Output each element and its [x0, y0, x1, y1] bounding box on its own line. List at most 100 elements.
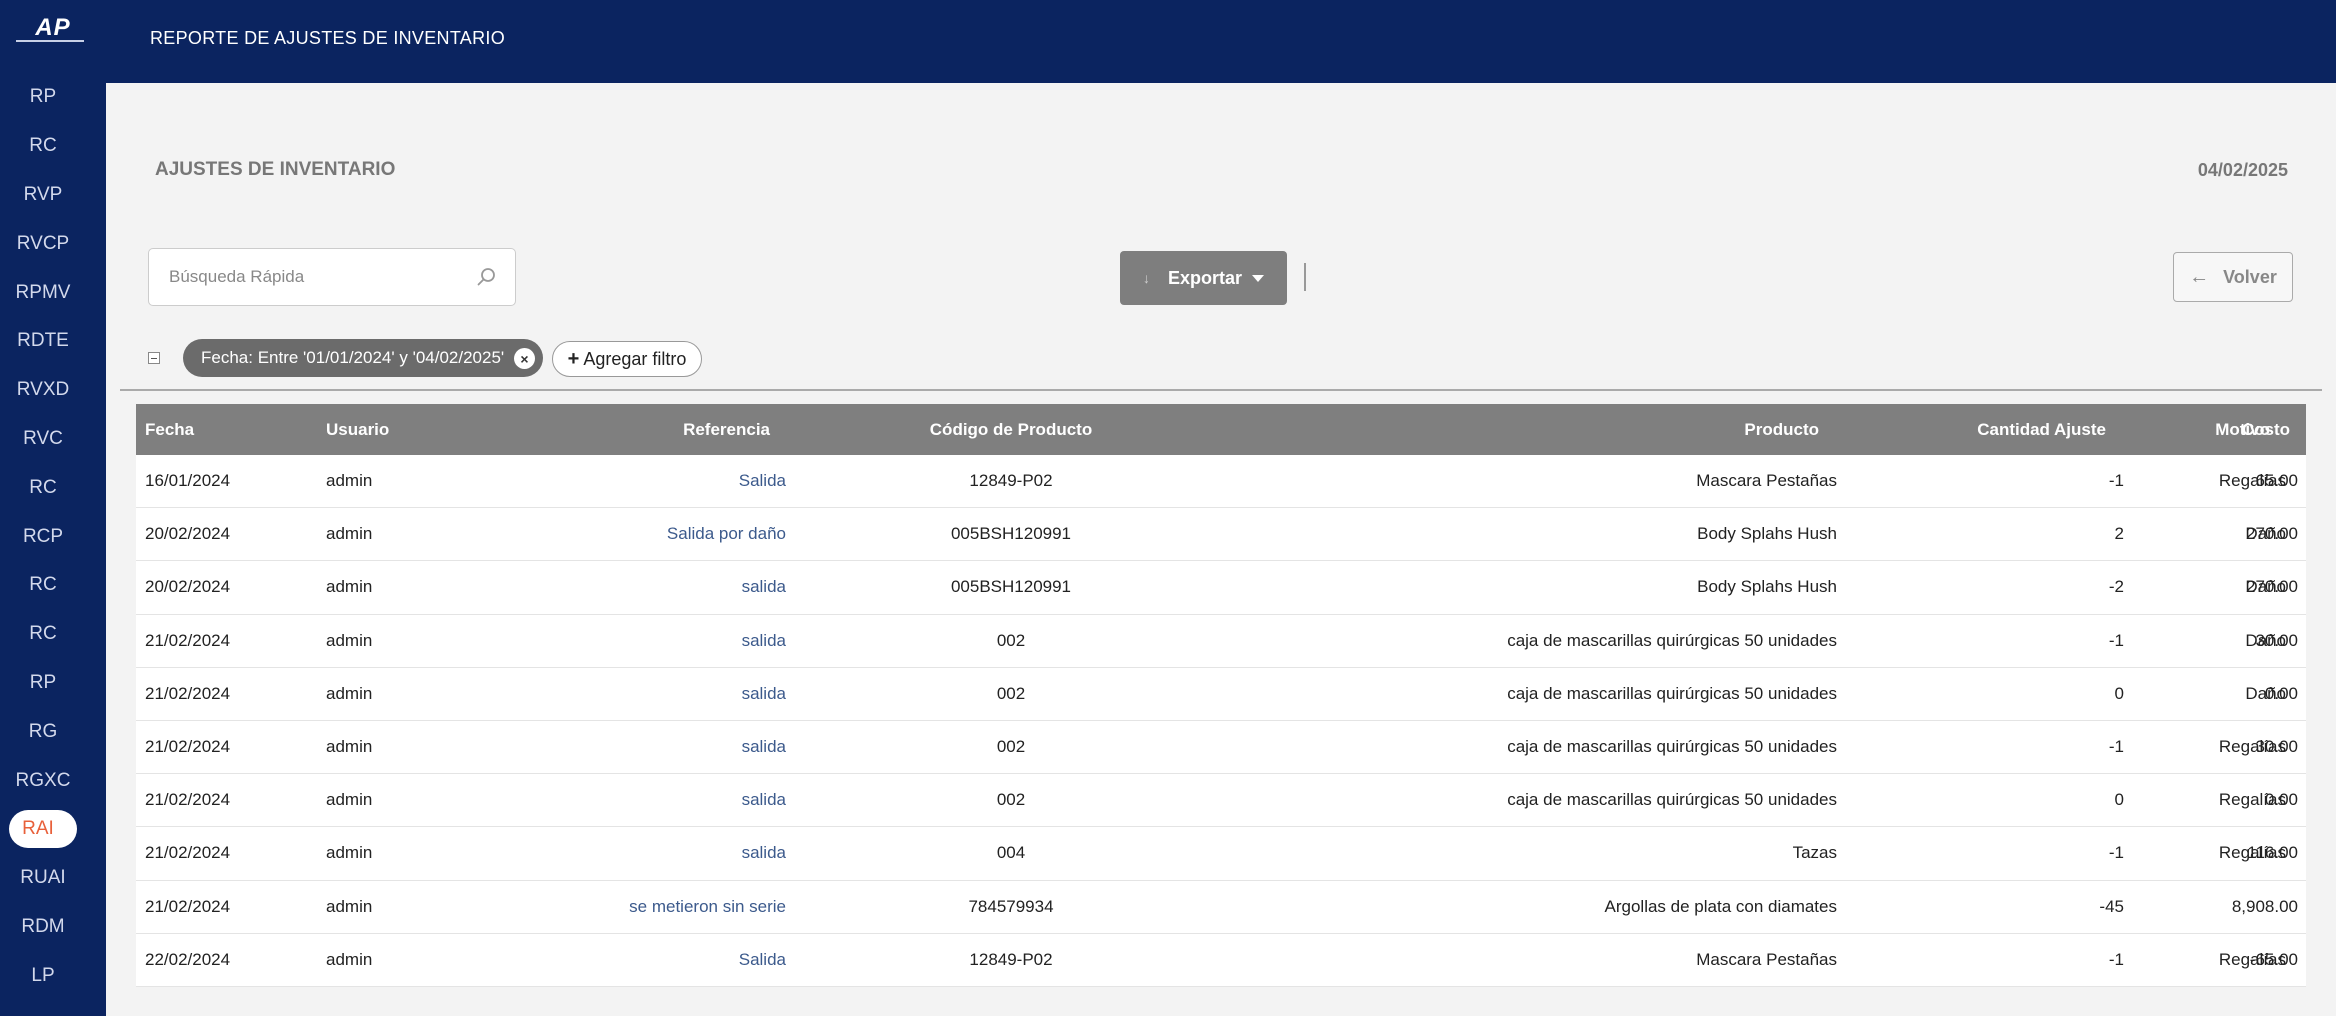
table-row[interactable]: 21/02/2024 admin salida 002 caja de mascaril… [136, 720, 2306, 775]
table-row[interactable]: 21/02/2024 admin salida 002 caja de mascaril… [136, 614, 2306, 668]
table-cell: 0.00 [2264, 683, 2298, 703]
sidebar-item-label: RCP [22, 525, 64, 547]
search-input[interactable] [149, 249, 449, 305]
column-header[interactable]: Fecha [145, 404, 305, 455]
table-cell: 0 [2114, 790, 2124, 810]
table-row[interactable]: 16/01/2024 admin Salida 12849-P02 Mascara Pe… [136, 455, 2306, 509]
plus-icon: + [567, 347, 580, 370]
table-cell: salida [741, 577, 786, 597]
sidebar-item-label: RC [29, 623, 57, 645]
filter-chip-date[interactable]: Fecha: Entre '01/01/2024' y '04/02/2025'… [183, 339, 543, 377]
sidebar-item-rp[interactable]: RP [0, 659, 86, 708]
topbar-title: REPORTE DE AJUSTES DE INVENTARIO [150, 28, 506, 48]
export-button[interactable]: ↓ Exportar [1120, 251, 1287, 305]
table-cell: 21/02/2024 [145, 843, 231, 863]
app-logo[interactable]: AP [0, 0, 106, 46]
table-cell: 21/02/2024 [145, 683, 231, 703]
table-row[interactable]: 21/02/2024 admin salida 002 caja de mascaril… [136, 774, 2306, 828]
sidebar-item-label: RGXC [15, 769, 71, 791]
table-cell: 8,908.00 [2231, 896, 2298, 916]
table-cell: 005BSH120991 [950, 577, 1072, 597]
table-cell: 270.00 [2246, 524, 2298, 544]
table-cell: 270.00 [2246, 577, 2298, 597]
sidebar-item-label: RDM [21, 915, 65, 937]
table-cell: -2 [2108, 577, 2124, 597]
sidebar-item-label: RP [29, 671, 57, 693]
sidebar-item-rp[interactable]: RP [0, 73, 86, 122]
table-cell: 002 [996, 683, 1026, 703]
column-header[interactable]: Usuario [326, 404, 486, 455]
column-header[interactable]: Referencia [556, 404, 786, 455]
sidebar-item-rvp[interactable]: RVP [0, 171, 86, 220]
table-cell: caja de mascarillas quirúrgicas 50 unida… [1507, 683, 1837, 703]
table-row[interactable]: 21/02/2024 admin se metieron sin serie 7845… [136, 880, 2306, 934]
table-cell: 30.00 [2255, 737, 2298, 757]
sidebar-item-lp[interactable]: LP [0, 951, 86, 1000]
sidebar-item-label: RVCP [16, 232, 70, 254]
table-cell: Mascara Pestañas [1696, 471, 1837, 491]
table-cell: admin [326, 949, 373, 969]
table-row[interactable]: 20/02/2024 admin salida 005BSH120991 Body Sp… [136, 561, 2306, 615]
arrow-left-icon: ← [2189, 265, 2210, 288]
sidebar-item-label: RPMV [15, 281, 71, 303]
logo-text: AP [35, 14, 71, 41]
sidebar-item-rvc[interactable]: RVC [0, 415, 86, 464]
sidebar-item-rgxc[interactable]: RGXC [0, 756, 86, 805]
table-cell: 002 [996, 790, 1026, 810]
sidebar-item-rai[interactable]: RAI [0, 805, 86, 854]
table-row[interactable]: 21/02/2024 admin salida 004 Tazas -1 Regalías 1… [136, 827, 2306, 881]
column-header[interactable]: Producto [1196, 404, 1837, 455]
sidebar-item-rg[interactable]: RG [0, 707, 86, 756]
back-button[interactable]: ← Volver [2173, 252, 2293, 302]
table-cell: admin [326, 683, 373, 703]
table-cell: admin [326, 630, 373, 650]
sidebar: AP RP RC RVP RVCP RPMV RDTE RVXD RVC RC RCP RC RC RP… [0, 0, 106, 1016]
table-cell: 21/02/2024 [145, 737, 231, 757]
table-cell: 12849-P02 [969, 471, 1053, 491]
sidebar-item-rdte[interactable]: RDTE [0, 317, 86, 366]
sidebar-item-rcp[interactable]: RCP [0, 512, 86, 561]
sidebar-item-rvxd[interactable]: RVXD [0, 366, 86, 415]
table-cell: Tazas [1792, 843, 1837, 863]
table-row[interactable]: 21/02/2024 admin salida 002 caja de mascaril… [136, 667, 2306, 721]
table-cell: salida [741, 630, 786, 650]
table-cell: 16/01/2024 [145, 471, 231, 491]
column-header[interactable]: Código de Producto [886, 404, 1136, 455]
table-cell: admin [326, 577, 373, 597]
close-icon[interactable]: × [514, 348, 535, 369]
table-cell: salida [741, 737, 786, 757]
table-cell: 20/02/2024 [145, 524, 231, 544]
sidebar-item-rvcp[interactable]: RVCP [0, 219, 86, 268]
sidebar-item-rdm[interactable]: RDM [0, 903, 86, 952]
sidebar-item-rc[interactable]: RC [0, 463, 86, 512]
sidebar-item-ruai[interactable]: RUAI [0, 854, 86, 903]
table-cell: 22/02/2024 [145, 949, 231, 969]
column-header[interactable]: Cantidad Ajuste [1866, 404, 2124, 455]
sidebar-item-rc[interactable]: RC [0, 122, 86, 171]
collapse-filters-toggle[interactable] [148, 352, 160, 364]
filter-chip-label: Fecha: Entre '01/01/2024' y '04/02/2025' [201, 348, 505, 367]
sidebar-item-label: RP [29, 86, 57, 108]
table-row[interactable]: 20/02/2024 admin Salida por daño 005BSH1209… [136, 508, 2306, 562]
table-cell: Salida por daño [666, 524, 786, 544]
table-cell: salida [741, 790, 786, 810]
add-filter-button[interactable]: + Agregar filtro [552, 341, 702, 377]
sidebar-item-rc[interactable]: RC [0, 610, 86, 659]
sidebar-item-rc[interactable]: RC [0, 561, 86, 610]
table-cell: 0.00 [2264, 790, 2298, 810]
sidebar-item-rpmv[interactable]: RPMV [0, 268, 86, 317]
table-cell: -1 [2108, 471, 2124, 491]
table-cell: -45 [2099, 896, 2124, 916]
table-cell: 0 [2114, 683, 2124, 703]
table-cell: 784579934 [968, 896, 1054, 916]
table-cell: 20/02/2024 [145, 577, 231, 597]
table-cell: Mascara Pestañas [1696, 949, 1837, 969]
table-cell: caja de mascarillas quirúrgicas 50 unida… [1507, 790, 1837, 810]
column-header[interactable]: Costo [2136, 404, 2298, 455]
table-cell: admin [326, 896, 373, 916]
table-row[interactable]: 22/02/2024 admin Salida 12849-P02 Mascara Pe… [136, 933, 2306, 987]
chevron-down-icon [1252, 274, 1265, 282]
top-bar: REPORTE DE AJUSTES DE INVENTARIO [106, 0, 2336, 83]
search-icon[interactable] [475, 265, 499, 289]
adjustments-table: Fecha Usuario Referencia Código de Producto… [136, 404, 2306, 987]
